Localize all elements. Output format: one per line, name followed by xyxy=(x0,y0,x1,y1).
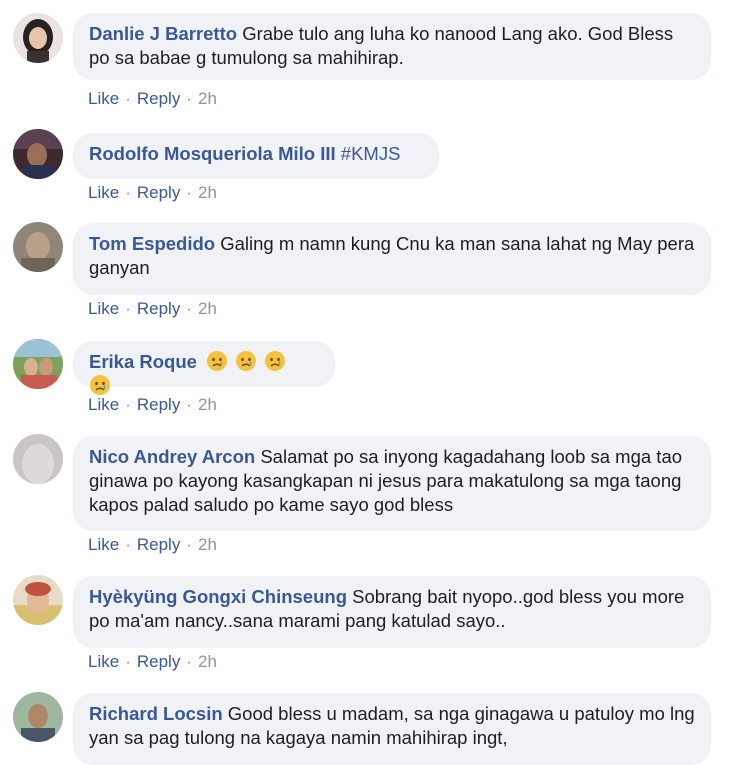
separator-dot: · xyxy=(125,535,131,554)
avatar[interactable] xyxy=(13,692,63,742)
reply-link[interactable]: Reply xyxy=(137,652,180,671)
crying-face-icon xyxy=(207,351,228,371)
separator-dot: · xyxy=(186,652,192,671)
separator-dot: · xyxy=(186,535,192,554)
avatar[interactable] xyxy=(13,13,63,63)
comment-author[interactable]: Danlie J Barretto xyxy=(89,23,237,44)
comment-timestamp[interactable]: 2h xyxy=(198,535,217,554)
comment-actions: Like · Reply · 2h xyxy=(88,535,217,555)
reply-link[interactable]: Reply xyxy=(137,299,180,318)
comment-timestamp[interactable]: 2h xyxy=(198,395,217,414)
comment-bubble: Rodolfo Mosqueriola Milo III #KMJS xyxy=(73,133,439,179)
separator-dot: · xyxy=(186,299,192,318)
comment-timestamp[interactable]: 2h xyxy=(198,89,217,108)
like-link[interactable]: Like xyxy=(88,299,119,318)
comment-actions: Like · Reply · 2h xyxy=(88,89,217,109)
like-link[interactable]: Like xyxy=(88,395,119,414)
avatar[interactable] xyxy=(13,575,63,625)
comment-author[interactable]: Erika Roque xyxy=(89,351,197,372)
comment-bubble: Erika Roque xyxy=(73,341,335,395)
avatar[interactable] xyxy=(13,339,63,389)
comment-text: #KMJS xyxy=(340,143,401,164)
comment-author[interactable]: Nico Andrey Arcon xyxy=(89,446,255,467)
comment-actions: Like · Reply · 2h xyxy=(88,652,217,672)
reply-link[interactable]: Reply xyxy=(137,89,180,108)
separator-dot: · xyxy=(186,395,192,414)
comment-timestamp[interactable]: 2h xyxy=(198,299,217,318)
separator-dot: · xyxy=(125,299,131,318)
comment-actions: Like · Reply · 2h xyxy=(88,395,217,415)
comment-bubble: Richard Locsin Good bless u madam, sa ng… xyxy=(73,693,711,765)
separator-dot: · xyxy=(125,395,131,414)
comment-author[interactable]: Richard Locsin xyxy=(89,703,223,724)
separator-dot: · xyxy=(125,183,131,202)
separator-dot: · xyxy=(125,89,131,108)
comment-actions: Like · Reply · 2h xyxy=(88,299,217,319)
separator-dot: · xyxy=(186,183,192,202)
comment-actions: Like · Reply · 2h xyxy=(88,183,217,203)
separator-dot: · xyxy=(186,89,192,108)
comment-bubble: Tom Espedido Galing m namn kung Cnu ka m… xyxy=(73,223,711,295)
avatar[interactable] xyxy=(13,129,63,179)
like-link[interactable]: Like xyxy=(88,535,119,554)
crying-face-icon xyxy=(236,351,257,371)
like-link[interactable]: Like xyxy=(88,652,119,671)
avatar[interactable] xyxy=(13,434,63,484)
comment-bubble: Nico Andrey Arcon Salamat po sa inyong k… xyxy=(73,436,711,531)
avatar[interactable] xyxy=(13,222,63,272)
like-link[interactable]: Like xyxy=(88,89,119,108)
reply-link[interactable]: Reply xyxy=(137,395,180,414)
like-link[interactable]: Like xyxy=(88,183,119,202)
comment-author[interactable]: Hyèkyüng Gongxi Chinseung xyxy=(89,586,347,607)
reply-link[interactable]: Reply xyxy=(137,183,180,202)
crying-face-icon xyxy=(265,351,286,371)
comment-bubble: Danlie J Barretto Grabe tulo ang luha ko… xyxy=(73,13,711,80)
comment-timestamp[interactable]: 2h xyxy=(198,652,217,671)
comment-bubble: Hyèkyüng Gongxi Chinseung Sobrang bait n… xyxy=(73,576,711,648)
comment-author[interactable]: Tom Espedido xyxy=(89,233,215,254)
comment-author[interactable]: Rodolfo Mosqueriola Milo III xyxy=(89,143,336,164)
reply-link[interactable]: Reply xyxy=(137,535,180,554)
comment-timestamp[interactable]: 2h xyxy=(198,183,217,202)
crying-face-icon xyxy=(90,375,110,395)
separator-dot: · xyxy=(125,652,131,671)
